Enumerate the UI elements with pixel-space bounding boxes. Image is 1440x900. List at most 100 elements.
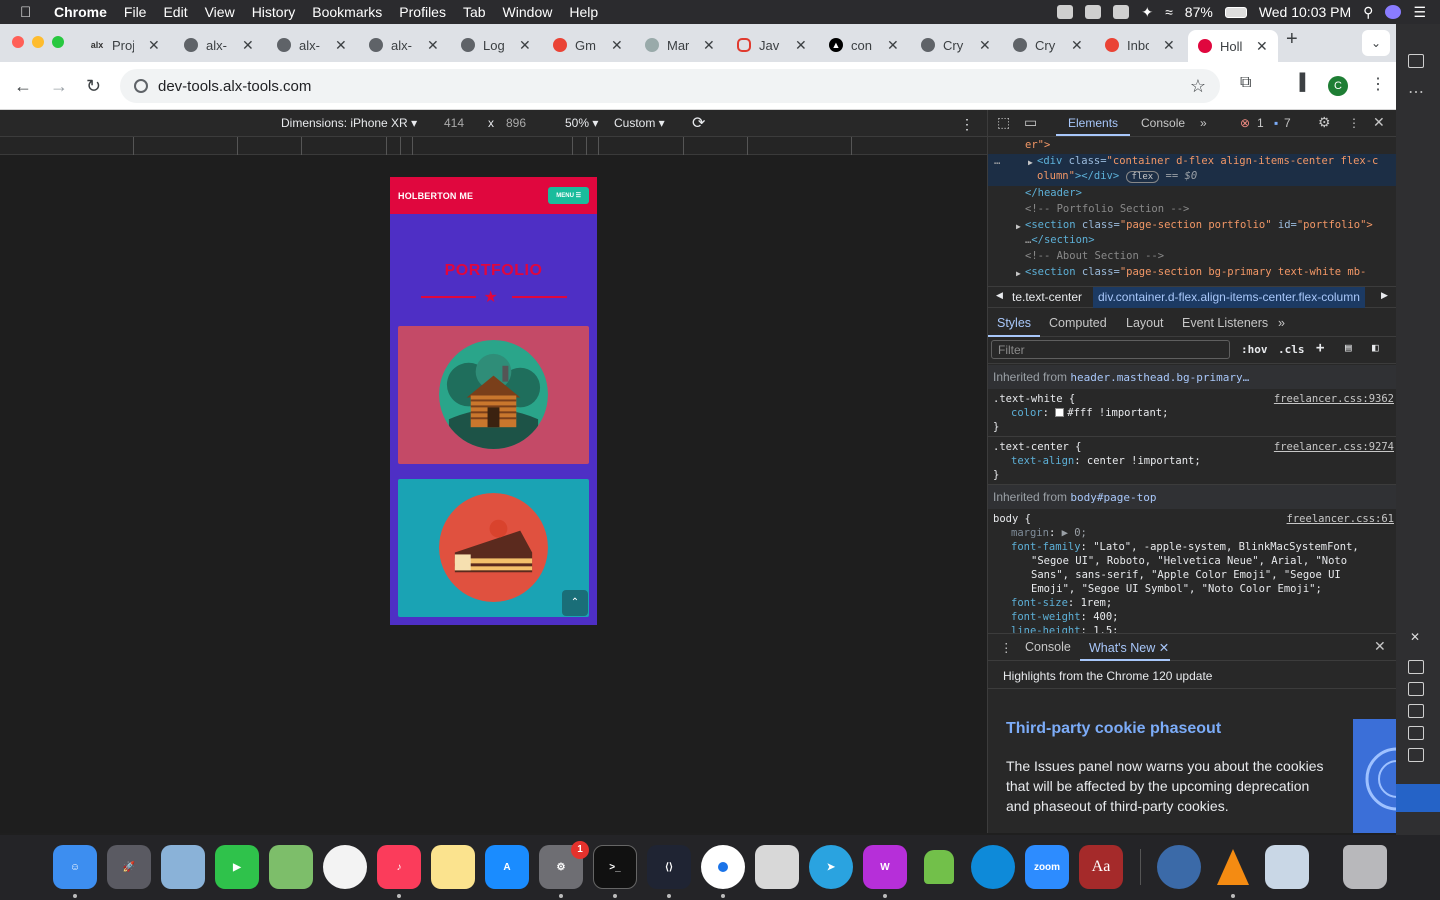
dom-tree[interactable]: er"> … ▶ <div class="container d-flex al… bbox=[988, 138, 1397, 286]
styles-pane[interactable]: Inherited from header.masthead.bg-primar… bbox=[988, 365, 1397, 633]
tab-layout[interactable]: Layout bbox=[1126, 316, 1164, 330]
menu-button[interactable]: MENU ☰ bbox=[548, 187, 589, 204]
css-value[interactable]: ▶ 0; bbox=[1062, 527, 1087, 539]
vpn-icon[interactable] bbox=[1085, 5, 1102, 19]
expand-arrow-icon[interactable]: ▶ bbox=[1016, 219, 1021, 235]
preview-icon[interactable] bbox=[161, 845, 205, 889]
dom-line[interactable]: er"> bbox=[988, 138, 1397, 154]
dom-line[interactable]: </header> bbox=[988, 186, 1397, 202]
tab-search-button[interactable]: ⌄ bbox=[1362, 30, 1390, 56]
settings-gear-icon[interactable]: ⚙ bbox=[1318, 114, 1331, 131]
dom-line-selected[interactable]: … ▶ <div class="container d-flex align-i… bbox=[988, 153, 1397, 170]
tab[interactable]: Log ✕ bbox=[461, 30, 531, 60]
facetime-icon[interactable]: ▶ bbox=[215, 845, 259, 889]
css-property[interactable]: text-align bbox=[1011, 455, 1074, 467]
flex-badge[interactable]: flex bbox=[1125, 171, 1160, 184]
vlc-icon[interactable] bbox=[1211, 845, 1255, 889]
close-tab-icon[interactable]: ✕ bbox=[979, 37, 991, 54]
whatsapp-icon[interactable] bbox=[755, 845, 799, 889]
css-value[interactable]: center !important; bbox=[1087, 455, 1201, 467]
breadcrumb-item[interactable]: te.text-center bbox=[1012, 290, 1082, 304]
menu-view[interactable]: View bbox=[205, 4, 235, 20]
close-tab-icon[interactable]: ✕ bbox=[519, 37, 531, 54]
close-devtools-icon[interactable]: ✕ bbox=[1373, 114, 1385, 131]
dom-line[interactable]: …</section> bbox=[988, 233, 1397, 249]
css-value-cont[interactable]: Sans", sans-serif, "Apple Color Emoji", … bbox=[993, 568, 1392, 582]
css-rule[interactable]: .text-white { freelancer.css:9362 color:… bbox=[988, 389, 1397, 437]
close-tab-icon[interactable]: ✕ bbox=[242, 37, 254, 54]
clock[interactable]: Wed 10:03 PM bbox=[1259, 4, 1351, 20]
tab-computed[interactable]: Computed bbox=[1049, 316, 1107, 330]
css-value-cont[interactable]: "Segoe UI", Roboto, "Helvetica Neue", Ar… bbox=[993, 554, 1392, 568]
css-value[interactable]: "Lato", -apple-system, BlinkMacSystemFon… bbox=[1093, 541, 1359, 553]
breadcrumb-item-selected[interactable]: div.container.d-flex.align-items-center.… bbox=[1093, 287, 1365, 308]
tab[interactable]: alx Proj ✕ bbox=[90, 30, 160, 60]
minimize-window-button[interactable] bbox=[32, 36, 44, 48]
tab-elements[interactable]: Elements bbox=[1068, 116, 1118, 130]
close-tab-icon[interactable]: ✕ bbox=[611, 37, 623, 54]
extensions-icon[interactable]: ⧉ bbox=[1240, 74, 1251, 92]
siri-icon[interactable] bbox=[1385, 5, 1402, 19]
inspect-element-icon[interactable]: ⬚ bbox=[997, 114, 1010, 131]
reload-icon[interactable]: ↻ bbox=[86, 76, 101, 97]
height-input[interactable]: 896 bbox=[506, 116, 526, 130]
wifi-icon[interactable]: ≈ bbox=[1165, 4, 1173, 20]
rotate-icon[interactable]: ⟳ bbox=[692, 113, 705, 133]
tab[interactable]: alx- ✕ bbox=[369, 30, 439, 60]
tab[interactable]: alx- ✕ bbox=[184, 30, 254, 60]
edge-icon[interactable] bbox=[971, 845, 1015, 889]
toggle-sidebar-icon[interactable]: ◧ bbox=[1372, 341, 1379, 354]
close-tab-icon[interactable]: ✕ bbox=[887, 37, 899, 54]
launchpad-icon[interactable]: 🚀 bbox=[107, 845, 151, 889]
drawer-menu-icon[interactable]: ⋮ bbox=[1000, 640, 1013, 655]
url-text[interactable]: dev-tools.alx-tools.com bbox=[158, 78, 311, 95]
music-icon[interactable]: ♪ bbox=[377, 845, 421, 889]
menu-profiles[interactable]: Profiles bbox=[399, 4, 446, 20]
menu-window[interactable]: Window bbox=[503, 4, 553, 20]
drawer-tab-console[interactable]: Console bbox=[1025, 640, 1071, 654]
bluetooth-icon[interactable]: ✦ bbox=[1141, 4, 1153, 21]
site-brand[interactable]: HOLBERTON ME bbox=[398, 191, 473, 201]
article-title[interactable]: Third-party cookie phaseout bbox=[1006, 720, 1221, 738]
spotlight-icon[interactable]: ⚲ bbox=[1363, 4, 1373, 21]
css-value[interactable]: #fff !important; bbox=[1067, 407, 1168, 419]
close-tab-icon[interactable]: ✕ bbox=[148, 37, 160, 54]
tab[interactable]: Cry ✕ bbox=[921, 30, 991, 60]
close-drawer-icon[interactable]: ✕ bbox=[1374, 638, 1386, 655]
expand-arrow-icon[interactable]: ▶ bbox=[1016, 266, 1021, 282]
dom-comment[interactable]: <!-- Portfolio Section --> bbox=[988, 202, 1397, 218]
dom-line-selected-cont[interactable]: olumn"></div> flex == $0 bbox=[988, 169, 1397, 187]
scroll-to-top-button[interactable]: ⌃ bbox=[562, 590, 588, 616]
wakatime-icon[interactable]: W bbox=[863, 845, 907, 889]
notes-icon[interactable] bbox=[431, 845, 475, 889]
tab-event-listeners[interactable]: Event Listeners bbox=[1182, 316, 1268, 330]
dom-comment[interactable]: <!-- About Section --> bbox=[988, 249, 1397, 265]
rule-source-link[interactable]: freelancer.css:61 bbox=[1287, 512, 1394, 526]
tab[interactable]: Cry ✕ bbox=[1013, 30, 1083, 60]
css-value[interactable]: 1.5; bbox=[1093, 625, 1118, 633]
width-input[interactable]: 414 bbox=[444, 116, 464, 130]
css-value[interactable]: 400; bbox=[1093, 611, 1118, 623]
devtools-menu-icon[interactable]: ⋮ bbox=[1348, 116, 1360, 130]
styles-filter-input[interactable]: Filter bbox=[991, 340, 1230, 359]
close-drawer-tab-icon[interactable]: ✕ bbox=[1159, 641, 1169, 655]
css-rule[interactable]: body { freelancer.css:61 margin: ▶ 0; fo… bbox=[988, 509, 1397, 633]
throttle-select[interactable]: Custom ▾ bbox=[614, 116, 665, 130]
drawer-tab-whats-new[interactable]: What's New ✕ bbox=[1089, 640, 1169, 655]
paint-icon[interactable]: ▤ bbox=[1345, 341, 1352, 354]
tab[interactable]: Gm ✕ bbox=[553, 30, 623, 60]
battery-icon[interactable] bbox=[1224, 6, 1247, 18]
zoom-select[interactable]: 50% ▾ bbox=[565, 116, 598, 130]
css-value[interactable]: 1rem; bbox=[1081, 597, 1113, 609]
vscode-icon[interactable]: ⟨⟩ bbox=[647, 845, 691, 889]
tab[interactable]: ▲ con ✕ bbox=[829, 30, 899, 60]
device-toggle-icon[interactable]: ▭ bbox=[1024, 114, 1037, 131]
close-tab-icon[interactable]: ✕ bbox=[1256, 38, 1268, 55]
apple-icon[interactable]:  bbox=[20, 4, 40, 21]
zoom-icon[interactable]: zoom bbox=[1025, 845, 1069, 889]
close-tab-icon[interactable]: ✕ bbox=[335, 37, 347, 54]
more-tabs-icon[interactable]: » bbox=[1200, 116, 1207, 130]
more-subtabs-icon[interactable]: » bbox=[1278, 316, 1285, 330]
close-tab-icon[interactable]: ✕ bbox=[703, 37, 715, 54]
tab-console[interactable]: Console bbox=[1141, 116, 1185, 130]
